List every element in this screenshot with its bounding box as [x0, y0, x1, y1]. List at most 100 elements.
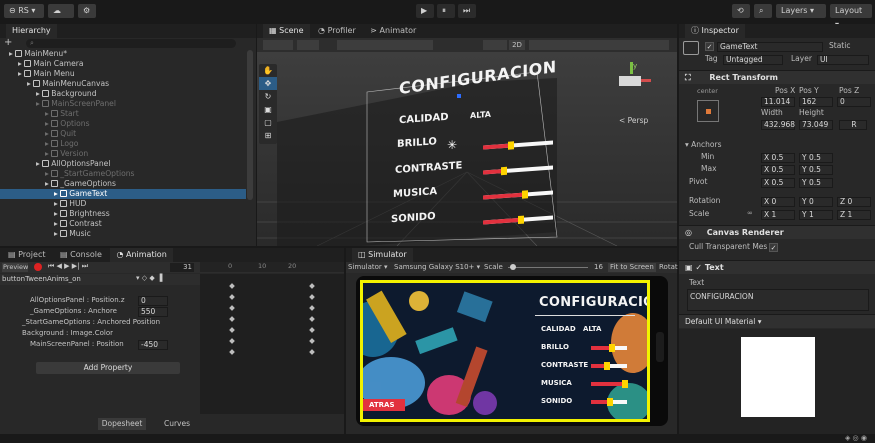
animated-property-row[interactable]: _GameOptions : Anchore [30, 307, 117, 315]
transform-tool-icon[interactable]: ⊞ [259, 129, 277, 142]
anchor-preset-button[interactable] [697, 100, 719, 122]
draw-mode-dropdown[interactable] [263, 40, 293, 50]
hand-tool-icon[interactable]: ✋ [259, 64, 277, 77]
keyframe-tools[interactable]: ▾ ◇ ◆ ▐ [136, 274, 162, 282]
perspective-label[interactable]: < Persp [619, 116, 648, 125]
move-tool-icon[interactable]: ✥ [259, 77, 277, 90]
tab-scene[interactable]: ▦ Scene [263, 24, 310, 38]
slider-handle[interactable] [521, 190, 528, 199]
tag-dropdown[interactable]: Untagged [723, 55, 783, 65]
slider-handle[interactable] [609, 344, 615, 352]
link-icon[interactable]: ∞ [747, 209, 753, 217]
tab-inspector[interactable]: ⓘ Inspector [685, 24, 745, 38]
hierarchy-item[interactable]: ▸ Start [0, 109, 246, 119]
hierarchy-item[interactable]: ▸ Quit [0, 129, 246, 139]
hierarchy-item[interactable]: ▸ MainScreenPanel [0, 99, 246, 109]
shading-dropdown[interactable] [483, 40, 507, 50]
pivot-x[interactable]: X 0.5 [761, 178, 795, 188]
keyframe-icon[interactable] [309, 294, 315, 300]
keyframe-icon[interactable] [229, 349, 235, 355]
status-icons[interactable]: ◈ ◎ ◉ [845, 434, 867, 442]
playback-controls[interactable]: ⏮ ◀ ▶ ▶| ⏭ [48, 262, 88, 271]
keyframe-icon[interactable] [229, 338, 235, 344]
slider-handle[interactable] [518, 215, 524, 224]
record-icon[interactable] [34, 263, 42, 271]
property-value-field[interactable]: -450 [138, 340, 168, 350]
hierarchy-item[interactable]: ▸ Logo [0, 139, 246, 149]
keyframe-icon[interactable] [309, 283, 315, 289]
rect-transform-header[interactable]: ⛶ Rect Transform [679, 70, 875, 84]
rotate-button[interactable]: Rotat [659, 262, 678, 273]
sim-slider[interactable] [591, 344, 627, 352]
layout-dropdown[interactable]: Layout ▾ [830, 4, 872, 29]
step-button[interactable]: ⏭ [458, 4, 476, 18]
anchor-min-y[interactable]: Y 0.5 [799, 153, 833, 163]
slider-handle[interactable] [603, 362, 610, 370]
slider-handle[interactable] [500, 166, 507, 176]
keyframe-icon[interactable] [229, 316, 235, 322]
hierarchy-search-input[interactable]: ⌕ [26, 39, 236, 48]
orientation-gizmo[interactable]: y [613, 62, 653, 98]
cloud-button[interactable]: ☁ [48, 4, 74, 18]
tab-animation[interactable]: ◔ Animation [110, 248, 173, 262]
scale-tool-icon[interactable]: ▣ [259, 103, 277, 116]
2d-toggle[interactable]: 2D [509, 40, 525, 50]
posx-field[interactable]: 11.014 [761, 97, 795, 107]
scale-x[interactable]: X 1 [761, 210, 795, 220]
rect-tool-icon[interactable]: ▢ [259, 116, 277, 129]
property-value-field[interactable]: 0 [138, 296, 168, 306]
keyframe-icon[interactable] [309, 338, 315, 344]
scale-slider-thumb[interactable] [510, 264, 516, 270]
scale-y[interactable]: Y 1 [799, 210, 833, 220]
hierarchy-item[interactable]: ▸ HUD [0, 199, 246, 209]
text-component-header[interactable]: ▣ ✓ Text [679, 260, 875, 274]
hierarchy-item[interactable]: ▸ GameText [0, 189, 246, 199]
anchor-max-y[interactable]: Y 0.5 [799, 165, 833, 175]
keyframe-icon[interactable] [309, 327, 315, 333]
animated-property-row[interactable]: AllOptionsPanel : Position.z [30, 296, 125, 304]
dopesheet-area[interactable] [200, 274, 344, 414]
hierarchy-item[interactable]: ▸ AllOptionsPanel [0, 159, 246, 169]
hierarchy-item[interactable]: ▸ MainMenuCanvas [0, 79, 246, 89]
hierarchy-item[interactable]: ▸ _GameOptions [0, 179, 246, 189]
pause-button[interactable]: ⏸ [437, 4, 455, 18]
rotation-x[interactable]: X 0 [761, 197, 795, 207]
timeline-ruler[interactable]: 0 10 20 [200, 262, 344, 272]
tab-profiler[interactable]: ◔ Profiler [312, 24, 362, 38]
rotation-y[interactable]: Y 0 [799, 197, 833, 207]
back-button[interactable]: ATRAS [363, 399, 405, 411]
raw-edit-button[interactable]: R [839, 120, 867, 130]
scale-slider[interactable] [508, 264, 588, 270]
animated-property-row[interactable]: _StartGameOptions : Anchored Position [22, 318, 160, 326]
slider-handle[interactable] [621, 380, 628, 388]
pivot-y[interactable]: Y 0.5 [799, 178, 833, 188]
hierarchy-item[interactable]: ▸ Version [0, 149, 246, 159]
hierarchy-item[interactable]: ▸ Background [0, 89, 246, 99]
grid-tools[interactable] [337, 40, 433, 50]
simulator-mode-dropdown[interactable]: Simulator ▾ [348, 262, 388, 273]
add-button[interactable]: + [4, 38, 20, 48]
active-checkbox[interactable]: ✓ [705, 42, 714, 51]
add-property-button[interactable]: Add Property [36, 362, 180, 374]
tab-simulator[interactable]: ◫ Simulator [352, 248, 413, 262]
keyframe-icon[interactable] [309, 305, 315, 311]
hierarchy-item[interactable]: ▸ Main Camera [0, 59, 246, 69]
hierarchy-item[interactable]: ▸ Brightness [0, 209, 246, 219]
scene-slider[interactable] [483, 215, 553, 225]
keyframe-icon[interactable] [309, 349, 315, 355]
hierarchy-scrollbar[interactable] [247, 50, 253, 200]
hierarchy-item[interactable]: ▸ Options [0, 119, 246, 129]
hierarchy-item[interactable]: ▸ Main Menu [0, 69, 246, 79]
hierarchy-item[interactable]: ▸ MainMenu* [0, 49, 246, 59]
services-button[interactable]: ⚙ [78, 4, 96, 18]
scene-slider[interactable] [483, 190, 553, 200]
hierarchy-item[interactable]: ▸ Music [0, 229, 246, 239]
width-field[interactable]: 432.968 [761, 120, 795, 130]
slider-handle[interactable] [507, 141, 514, 150]
anchors-foldout[interactable]: ▾ Anchors [685, 140, 722, 150]
sim-slider[interactable] [591, 380, 628, 388]
rotate-tool-icon[interactable]: ↻ [259, 90, 277, 103]
scale-z[interactable]: Z 1 [837, 210, 871, 220]
hierarchy-item[interactable]: ▸ _StartGameOptions [0, 169, 246, 179]
cull-checkbox[interactable]: ✓ [769, 243, 778, 252]
